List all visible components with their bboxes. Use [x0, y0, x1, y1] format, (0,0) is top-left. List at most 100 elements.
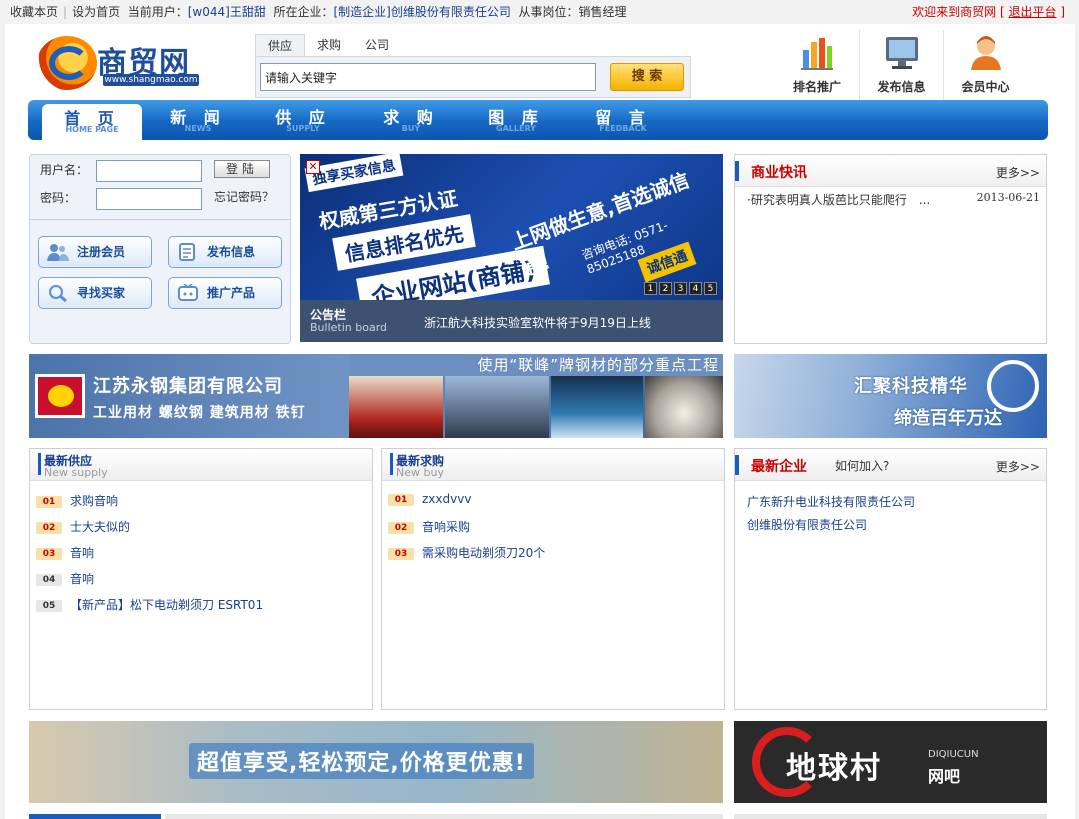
nav-buy-en: BUY — [401, 124, 421, 133]
promo-banner[interactable]: ✕ 独享买家信息 权威第三方认证 信息排名优先 企业网站(商铺) 上网做生意,首… — [300, 154, 723, 342]
logout-link[interactable]: 退出平台 — [1008, 5, 1056, 19]
banner-page-1[interactable]: 1 — [644, 282, 657, 295]
nav-supply-en: SUPPLY — [286, 124, 320, 133]
set-home-link[interactable]: 设为首页 — [72, 5, 120, 19]
publish-info-button[interactable]: 发布信息 — [859, 30, 943, 100]
list-item[interactable]: 03 需采购电动剃须刀20个 — [388, 544, 545, 561]
search-input[interactable] — [260, 63, 596, 91]
search-tab-company[interactable]: 公司 — [353, 34, 401, 56]
list-item[interactable]: 03 音响 — [36, 544, 94, 561]
find-buyer-button[interactable]: 寻找买家 — [38, 277, 152, 309]
current-user-label: 当前用户： — [127, 5, 188, 19]
rank-badge: 04 — [36, 574, 62, 586]
favorite-link[interactable]: 收藏本页 — [10, 5, 58, 19]
member-center-button[interactable]: 会员中心 — [943, 30, 1027, 100]
ranking-promo-button[interactable]: 排名推广 — [775, 30, 859, 100]
steel-group-name: 江苏永钢集团有限公司 — [93, 376, 283, 397]
new-enterprise-header: 最新企业 如何加入? 更多>> — [735, 449, 1046, 481]
banner-page-5[interactable]: 5 — [704, 282, 717, 295]
list-item[interactable]: 01 zxxdvvv — [388, 492, 471, 507]
rank-badge: 05 — [36, 600, 62, 612]
how-to-join-link[interactable]: 如何加入? — [835, 457, 889, 474]
login-button[interactable]: 登陆 — [214, 160, 270, 178]
list-item-text[interactable]: 音响 — [70, 572, 94, 586]
header-marker — [735, 161, 739, 181]
rank-badge: 03 — [36, 548, 62, 560]
ranking-promo-label: 排名推广 — [792, 80, 841, 94]
list-item[interactable]: 01 求购音响 — [36, 492, 118, 509]
news-item-date: 2013-06-21 — [976, 191, 1040, 204]
separator: | — [63, 5, 68, 19]
news-item[interactable]: ·研究表明真人版芭比只能爬行 ... 2013-06-21 — [747, 191, 1040, 208]
enterprise-item[interactable]: 广东新升电业科技有限责任公司 — [747, 493, 915, 510]
position-value: 销售经理 — [578, 5, 627, 19]
list-item-text[interactable]: 需采购电动剃须刀20个 — [422, 546, 545, 560]
list-item-text[interactable]: 音响采购 — [422, 520, 470, 534]
project-photo-2 — [445, 376, 549, 438]
steel-group-ad[interactable]: 江苏永钢集团有限公司 工业用材 螺纹钢 建筑用材 铁钉 使用“联峰”牌钢材的部分… — [29, 354, 723, 438]
news-item-title[interactable]: ·研究表明真人版芭比只能爬行 ... — [747, 193, 930, 207]
register-member-button[interactable]: 注册会员 — [38, 236, 152, 268]
internet-cafe-en: DIQIUCUN — [928, 749, 979, 760]
enterprise-item[interactable]: 创维股份有限责任公司 — [747, 516, 867, 533]
new-buy-title-en: New buy — [396, 466, 444, 479]
banner-page-3[interactable]: 3 — [674, 282, 687, 295]
site-logo[interactable]: 商贸网 www.shangmao.com — [37, 36, 207, 92]
internet-cafe-ad[interactable]: 地球村 DIQIUCUN 网吧 — [734, 721, 1047, 803]
promote-product-button[interactable]: 推广产品 — [168, 277, 282, 309]
rank-badge: 03 — [388, 548, 414, 560]
new-enterprise-more-link[interactable]: 更多>> — [996, 458, 1040, 475]
bottom-tab-strip — [734, 814, 1047, 819]
hotel-ad-slogan: 超值享受,轻松预定,价格更优惠! — [189, 743, 534, 779]
header-marker — [390, 453, 393, 475]
monitor-icon — [886, 37, 918, 69]
publish-info-label: 发布信息 — [877, 80, 926, 94]
search-button[interactable]: 搜 索 — [610, 63, 684, 91]
nav-news[interactable]: 新 闻 NEWS — [148, 100, 248, 140]
list-item[interactable]: 02 士大夫似的 — [36, 518, 130, 535]
position-label: 从事岗位： — [518, 5, 579, 19]
header-marker — [38, 453, 41, 475]
wanda-ad[interactable]: 汇聚科技精华 缔造百年万达 — [734, 354, 1047, 438]
ranking-chart-icon — [801, 38, 833, 70]
nav-supply[interactable]: 供 应 SUPPLY — [253, 100, 353, 140]
nav-feedback[interactable]: 留 言 FEEDBACK — [573, 100, 673, 140]
login-divider — [30, 219, 290, 220]
top-bar-right: 欢迎来到商贸网 [ 退出平台 ] — [912, 5, 1065, 19]
rank-badge: 01 — [388, 494, 414, 506]
list-item[interactable]: 05 【新产品】松下电动剃须刀 ESRT01 — [36, 596, 263, 613]
list-item-text[interactable]: 音响 — [70, 546, 94, 560]
username-input[interactable] — [96, 160, 202, 182]
top-bar-left: 收藏本页 | 设为首页 当前用户：[w044]王甜甜 所在企业：[制造企业]创维股份… — [10, 0, 627, 24]
search-tab-supply[interactable]: 供应 — [255, 34, 306, 56]
publish-info-side-button[interactable]: 发布信息 — [168, 236, 282, 268]
list-item-text[interactable]: zxxdvvv — [422, 492, 471, 506]
banner-page-4[interactable]: 4 — [689, 282, 702, 295]
top-bar: 收藏本页 | 设为首页 当前用户：[w044]王甜甜 所在企业：[制造企业]创维股份… — [0, 0, 1079, 24]
rank-badge: 02 — [388, 522, 414, 534]
nav-gallery-en: GALLERY — [496, 124, 536, 133]
list-item[interactable]: 02 音响采购 — [388, 518, 470, 535]
business-news-more-link[interactable]: 更多>> — [996, 164, 1040, 181]
password-input[interactable] — [96, 188, 202, 210]
banner-page-2[interactable]: 2 — [659, 282, 672, 295]
forgot-password-link[interactable]: 忘记密码？ — [214, 188, 274, 205]
bulletin-message[interactable]: 浙江航大科技实验室软件将于9月19日上线 — [424, 314, 651, 331]
find-buyer-label: 寻找买家 — [77, 286, 126, 300]
rank-badge: 02 — [36, 522, 62, 534]
list-item-text[interactable]: 求购音响 — [70, 494, 118, 508]
nav-buy[interactable]: 求 购 BUY — [361, 100, 461, 140]
main-nav: 首 页 HOME PAGE 新 闻 NEWS 供 应 SUPPLY 求 购 BU… — [28, 100, 1048, 140]
nav-news-en: NEWS — [184, 124, 212, 133]
wanda-logo-icon — [987, 360, 1039, 412]
list-item[interactable]: 04 音响 — [36, 570, 94, 587]
nav-feedback-en: FEEDBACK — [599, 124, 647, 133]
close-icon[interactable]: ✕ — [306, 160, 320, 174]
hotel-ad[interactable]: 超值享受,轻松预定,价格更优惠! — [29, 721, 723, 803]
project-photo-1 — [349, 376, 443, 438]
nav-gallery[interactable]: 图 库 GALLERY — [466, 100, 566, 140]
list-item-text[interactable]: 【新产品】松下电动剃须刀 ESRT01 — [70, 598, 263, 612]
nav-home[interactable]: 首 页 HOME PAGE — [42, 104, 142, 140]
search-tab-buy[interactable]: 求购 — [305, 34, 353, 56]
list-item-text[interactable]: 士大夫似的 — [70, 520, 130, 534]
